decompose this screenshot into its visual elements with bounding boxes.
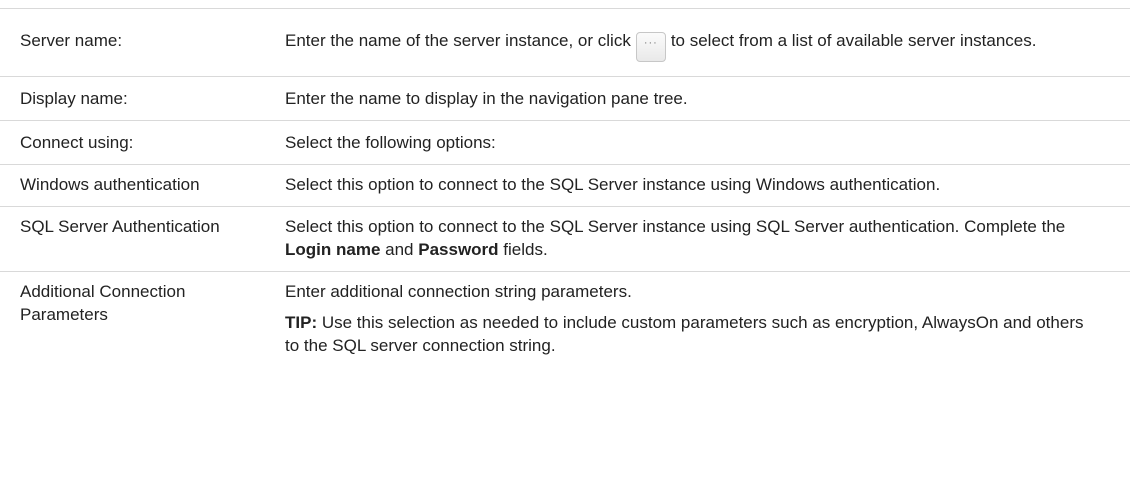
table-row: Server name: Enter the name of the serve…	[0, 8, 1130, 77]
browse-servers-button[interactable]: ···	[635, 32, 666, 62]
login-name-term: Login name	[285, 240, 381, 259]
desc-server-name: Enter the name of the server instance, o…	[285, 8, 1130, 77]
tip-text: Use this selection as needed to include …	[285, 313, 1084, 355]
term-additional-params: Additional Connection Parameters	[0, 271, 285, 367]
desc-text: to select from a list of available serve…	[670, 31, 1037, 50]
table-row: Display name: Enter the name to display …	[0, 76, 1130, 121]
desc-text: fields.	[503, 240, 548, 259]
term-windows-auth: Windows authentication	[0, 164, 285, 207]
table-row: Connect using: Select the following opti…	[0, 120, 1130, 165]
term-sql-auth: SQL Server Authentication	[0, 206, 285, 272]
desc-display-name: Enter the name to display in the navigat…	[285, 76, 1130, 121]
connection-options-table: Server name: Enter the name of the serve…	[0, 8, 1130, 367]
tip-label: TIP:	[285, 313, 318, 332]
desc-text: Select this option to connect to the SQL…	[285, 217, 1066, 236]
desc-additional-params: Enter additional connection string param…	[285, 271, 1130, 367]
table-row: Windows authentication Select this optio…	[0, 164, 1130, 207]
desc-text: Enter the name of the server instance, o…	[285, 31, 631, 50]
term-connect-using: Connect using:	[0, 120, 285, 165]
table-row: SQL Server Authentication Select this op…	[0, 206, 1130, 272]
desc-sql-auth: Select this option to connect to the SQL…	[285, 206, 1130, 272]
password-term: Password	[418, 240, 499, 259]
desc-text: Enter additional connection string param…	[285, 282, 632, 301]
desc-text: and	[385, 240, 414, 259]
term-server-name: Server name:	[0, 8, 285, 77]
desc-connect-using: Select the following options:	[285, 120, 1130, 165]
term-display-name: Display name:	[0, 76, 285, 121]
table-row: Additional Connection Parameters Enter a…	[0, 271, 1130, 367]
desc-windows-auth: Select this option to connect to the SQL…	[285, 164, 1130, 207]
tip-paragraph: TIP: Use this selection as needed to inc…	[285, 311, 1090, 357]
